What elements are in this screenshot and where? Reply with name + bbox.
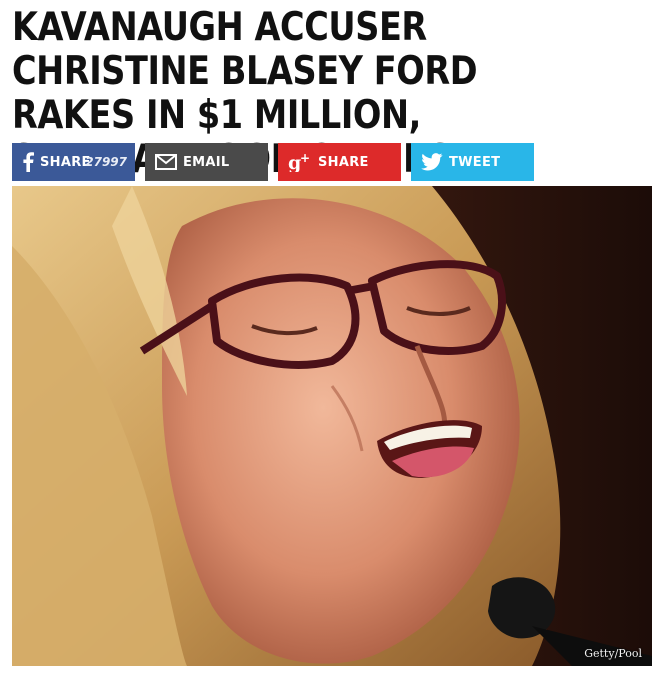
google-plus-share-button[interactable]: g + SHARE xyxy=(278,143,401,181)
article-photo: Getty/Pool xyxy=(12,186,652,666)
twitter-share-label: TWEET xyxy=(449,154,501,170)
photo-illustration xyxy=(12,186,652,666)
facebook-share-label: SHARE xyxy=(40,154,91,170)
email-share-button[interactable]: EMAIL xyxy=(145,143,268,181)
twitter-share-button[interactable]: TWEET xyxy=(411,143,534,181)
svg-text:+: + xyxy=(300,152,310,165)
facebook-share-count: 27997 xyxy=(85,155,127,169)
google-plus-share-label: SHARE xyxy=(318,154,369,170)
twitter-bird-icon xyxy=(421,153,443,171)
google-plus-icon: g + xyxy=(288,152,312,172)
facebook-share-button[interactable]: SHARE 27997 xyxy=(12,143,135,181)
photo-credit: Getty/Pool xyxy=(584,647,642,660)
facebook-icon xyxy=(22,152,34,172)
share-bar: SHARE 27997 EMAIL g + SHARE TWEET xyxy=(12,143,652,181)
envelope-icon xyxy=(155,154,177,170)
email-share-label: EMAIL xyxy=(183,154,230,170)
